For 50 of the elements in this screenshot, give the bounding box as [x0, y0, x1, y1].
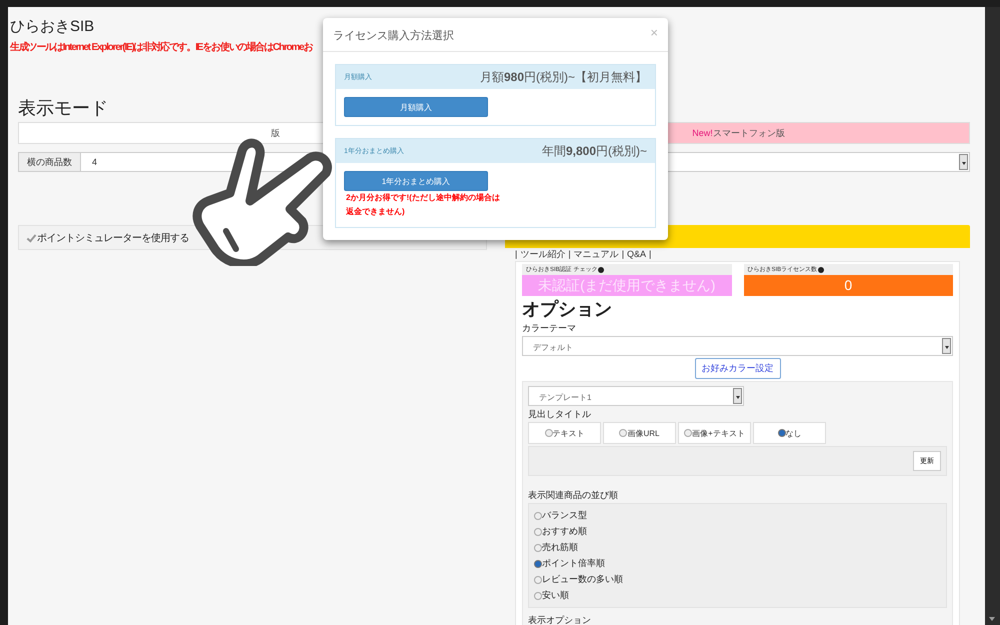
- section-heading: 表示オプション: [528, 614, 592, 625]
- plan-price: 月額980円(税別)~【初月無料】: [480, 68, 647, 86]
- radio-option[interactable]: 画像+テキスト: [678, 422, 751, 444]
- radio-option[interactable]: 売れ筋順: [534, 541, 941, 554]
- radio-button[interactable]: [619, 429, 628, 437]
- radio-button[interactable]: [534, 544, 542, 552]
- nav-link[interactable]: マニュアル: [574, 249, 619, 260]
- checkbox[interactable]: [27, 232, 37, 242]
- purchase-button[interactable]: 月額購入: [344, 97, 488, 117]
- radio-option[interactable]: ポイント倍率順: [534, 557, 941, 570]
- nav-link[interactable]: Q&A: [627, 249, 646, 260]
- plan-note: 2か月分お得です!(ただし途中解約の場合は返金できません): [346, 192, 501, 218]
- radio-option[interactable]: レビュー数の多い順: [534, 573, 941, 586]
- radio-option[interactable]: バランス型: [534, 509, 941, 522]
- radio-button[interactable]: [534, 528, 542, 536]
- field-label: 表示関連商品の並び順: [528, 489, 619, 502]
- field-label: 横の商品数: [19, 153, 81, 171]
- dropdown[interactable]: テンプレート1: [528, 386, 744, 406]
- field-label: カラーテーマ: [522, 322, 577, 335]
- radio-option[interactable]: 安い順: [534, 589, 941, 602]
- checkbox-label: ポイントシミュレーターを使用する: [37, 232, 189, 244]
- warning-text: 生成ツールはInternet Explorer(IE)は非対応です。IEをお使いの場合はChromeお: [10, 40, 312, 54]
- radio-option[interactable]: なし: [753, 422, 826, 444]
- dropdown[interactable]: デフォルト: [522, 336, 953, 356]
- separator-text: |: [649, 249, 652, 260]
- plan-price: 年間9,800円(税別)~: [542, 142, 647, 160]
- radio-option[interactable]: 画像URL: [603, 422, 676, 444]
- radio-button[interactable]: [684, 429, 692, 437]
- radio-option[interactable]: おすすめ順: [534, 525, 941, 538]
- radio-button[interactable]: [534, 576, 542, 584]
- radio-button[interactable]: [778, 429, 786, 437]
- field-label: 見出しタイトル: [528, 408, 592, 421]
- purchase-button[interactable]: 1年分おまとめ購入: [344, 171, 488, 191]
- section-heading: 表示モード: [18, 97, 108, 120]
- radio-button[interactable]: [534, 592, 542, 600]
- status-value: 未認証(まだ使用できません): [522, 275, 732, 296]
- separator-text: |: [568, 249, 571, 260]
- radio-button[interactable]: [544, 429, 552, 437]
- scrollbar[interactable]: [985, 7, 1000, 625]
- radio-option[interactable]: テキスト: [528, 422, 601, 444]
- radio-button[interactable]: [534, 560, 542, 568]
- app-title: ひらおきSIB: [10, 17, 94, 36]
- section-heading: オプション: [522, 298, 613, 320]
- custom-color-button[interactable]: お好みカラー設定: [694, 358, 780, 379]
- dialog-title: ライセンス購入方法選択: [333, 28, 454, 43]
- radio-button[interactable]: [534, 512, 542, 520]
- separator-text: |: [622, 249, 624, 260]
- status-value: 0: [744, 275, 953, 296]
- separator-text: |: [515, 249, 518, 260]
- nav-link[interactable]: ツール紹介: [520, 249, 566, 260]
